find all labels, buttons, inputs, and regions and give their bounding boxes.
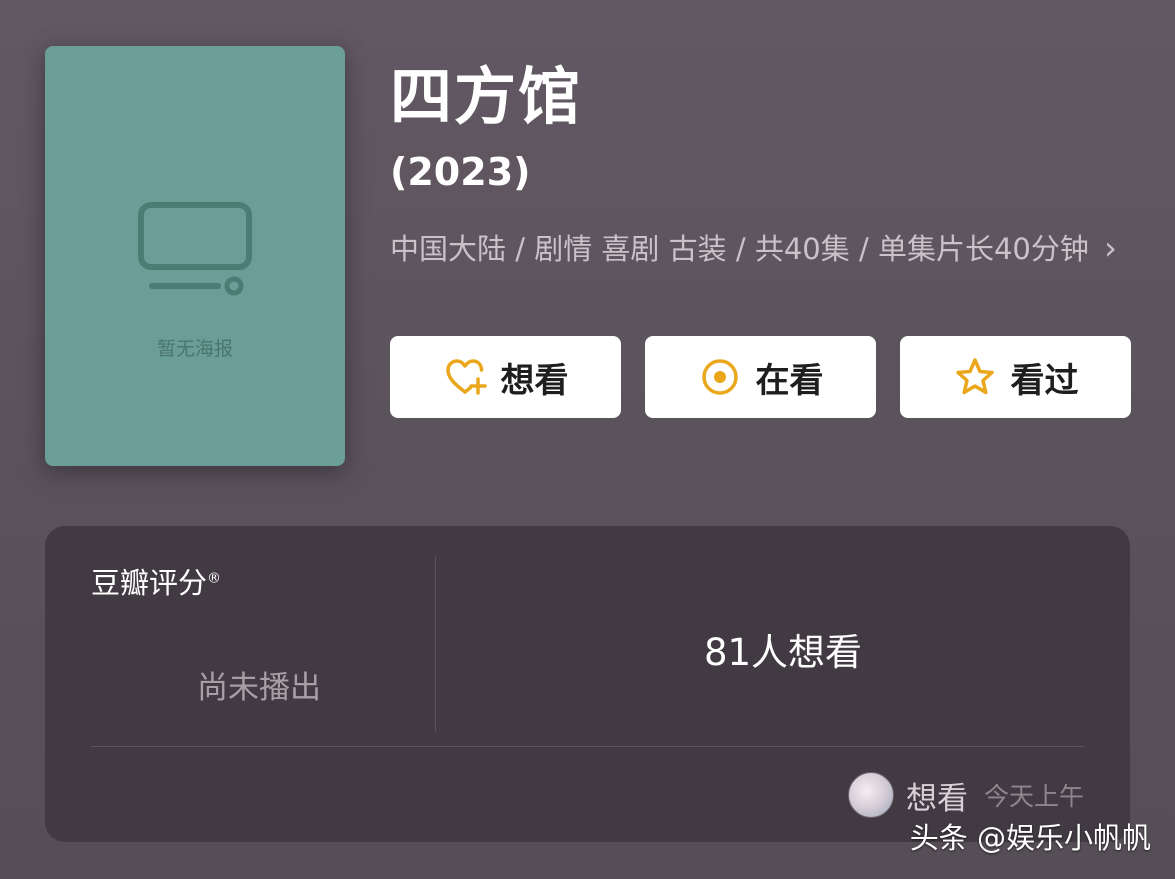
poster-placeholder[interactable]: 暂无海报: [45, 46, 345, 466]
want-to-watch-label: 想看: [500, 360, 569, 401]
avatar[interactable]: [847, 772, 894, 818]
watched-button[interactable]: 看过: [900, 336, 1131, 418]
want-to-watch-count[interactable]: 81人想看: [436, 622, 1130, 676]
want-to-watch-button[interactable]: 想看: [390, 336, 621, 418]
rating-card: 豆瓣评分® 尚未播出 81人想看 想看 今天上午: [45, 526, 1130, 842]
page-title: 四方馆: [390, 60, 583, 133]
watermark: 头条 @娱乐小帆帆: [909, 821, 1151, 855]
show-info-link[interactable]: 中国大陆 / 剧情 喜剧 古装 / 共40集 / 单集片长40分钟 ›: [390, 226, 1120, 271]
star-outline-icon: [953, 355, 997, 399]
watched-label: 看过: [1010, 360, 1079, 401]
show-info-text: 中国大陆 / 剧情 喜剧 古装 / 共40集 / 单集片长40分钟: [390, 232, 1089, 266]
target-circle-icon: [698, 355, 742, 399]
chevron-right-icon: ›: [1104, 229, 1117, 267]
poster-placeholder-text: 暂无海报: [156, 338, 233, 360]
not-aired-status: 尚未播出: [197, 670, 321, 706]
douban-rating-title: 豆瓣评分®: [91, 560, 221, 602]
activity-label: 想看: [905, 780, 968, 817]
heart-plus-icon: [443, 355, 487, 399]
activity-time: 今天上午: [983, 782, 1084, 811]
friend-activity[interactable]: 想看 今天上午: [847, 772, 1084, 818]
release-year: (2023): [390, 150, 531, 194]
action-buttons: 想看 在看 看过: [390, 336, 1131, 418]
registered-mark: ®: [207, 570, 222, 587]
watching-button[interactable]: 在看: [645, 336, 876, 418]
douban-rating-title-text: 豆瓣评分: [91, 566, 208, 600]
tv-icon: [138, 202, 252, 296]
horizontal-divider: [91, 746, 1084, 747]
watching-label: 在看: [755, 360, 824, 401]
